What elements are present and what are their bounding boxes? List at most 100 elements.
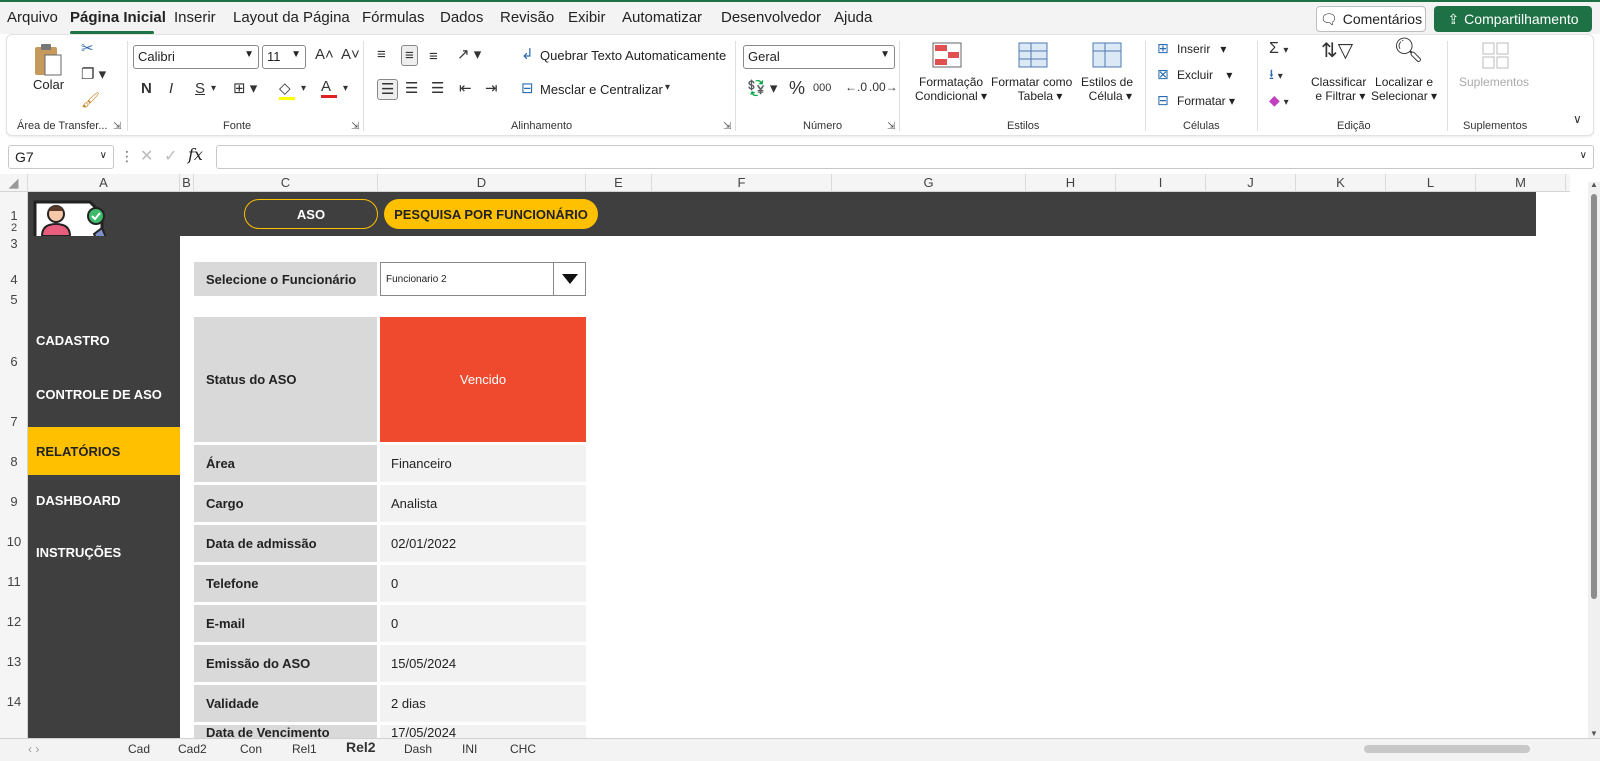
cell-styles-icon[interactable] bbox=[1091, 41, 1123, 71]
menu-revisao[interactable]: Revisão bbox=[500, 9, 554, 26]
employee-search-button[interactable]: PESQUISA POR FUNCIONÁRIO bbox=[384, 199, 598, 229]
vertical-scrollbar[interactable]: ▲ ▼ bbox=[1588, 180, 1600, 738]
percent-icon[interactable]: % bbox=[789, 79, 805, 97]
select-all-corner[interactable]: ◢ bbox=[0, 174, 28, 192]
formula-input[interactable]: ∨ bbox=[216, 145, 1594, 169]
decrease-indent-icon[interactable]: ⇤ bbox=[459, 81, 472, 96]
column-header[interactable]: F bbox=[652, 174, 832, 192]
column-header[interactable]: A bbox=[28, 174, 180, 192]
insert-cells-button[interactable]: Inserir ▾ bbox=[1177, 42, 1226, 56]
number-launcher-icon[interactable]: ⇲ bbox=[887, 121, 895, 132]
find-select-button[interactable]: Localizar e Selecionar ▾ bbox=[1371, 75, 1437, 103]
increase-font-icon[interactable]: A˄ bbox=[315, 47, 334, 62]
delete-cells-button[interactable]: Excluir ▾ bbox=[1177, 68, 1232, 82]
nav-relatorios[interactable]: RELATÓRIOS bbox=[28, 427, 180, 475]
column-header[interactable]: K bbox=[1296, 174, 1386, 192]
cell-styles-button[interactable]: Estilos de Célula ▾ bbox=[1081, 75, 1133, 103]
column-header[interactable]: E bbox=[586, 174, 652, 192]
font-name-select[interactable]: Calibri ▼ bbox=[133, 45, 259, 69]
autosum-icon[interactable]: Σ ▾ bbox=[1269, 41, 1288, 57]
fx-icon[interactable]: fx bbox=[188, 145, 203, 164]
menu-automatizar[interactable]: Automatizar bbox=[622, 9, 702, 26]
row-header[interactable]: 14 bbox=[0, 694, 28, 709]
nav-instrucoes[interactable]: INSTRUÇÕES bbox=[28, 528, 180, 576]
copy-icon[interactable]: ❐ ▾ bbox=[81, 67, 106, 82]
row-header[interactable]: 11 bbox=[0, 574, 28, 589]
sheet-tab[interactable]: INI bbox=[462, 742, 477, 756]
menu-formulas[interactable]: Fórmulas bbox=[362, 9, 425, 26]
tab-nav-icon[interactable]: ‹ › bbox=[28, 742, 39, 756]
cut-icon[interactable]: ✂ bbox=[81, 41, 94, 56]
align-middle-icon[interactable]: ≡ bbox=[401, 45, 418, 66]
decrease-font-icon[interactable]: A˅ bbox=[341, 47, 360, 62]
chevron-down-icon[interactable]: ▾ bbox=[301, 84, 306, 94]
sheet-tab[interactable]: Con bbox=[240, 742, 262, 756]
align-center-icon[interactable]: ☰ bbox=[405, 81, 418, 96]
sheet-tab[interactable]: Rel1 bbox=[292, 742, 317, 756]
wrap-text-icon[interactable]: ↲ bbox=[521, 47, 534, 62]
format-cells-button[interactable]: Formatar ▾ bbox=[1177, 94, 1235, 108]
orientation-icon[interactable]: ↗ ▾ bbox=[457, 47, 481, 62]
increase-indent-icon[interactable]: ⇥ bbox=[485, 81, 498, 96]
conditional-format-icon[interactable] bbox=[931, 41, 963, 71]
row-header[interactable]: 2 bbox=[0, 222, 28, 234]
sort-filter-icon[interactable]: ⇅▽ bbox=[1321, 41, 1353, 61]
merge-icon[interactable]: ⊟ bbox=[521, 81, 534, 96]
row-header[interactable]: 12 bbox=[0, 614, 28, 629]
row-header[interactable]: 13 bbox=[0, 654, 28, 669]
row-header[interactable]: 9 bbox=[0, 494, 28, 509]
conditional-format-button[interactable]: Formatação Condicional ▾ bbox=[915, 75, 987, 103]
nav-dashboard[interactable]: DASHBOARD bbox=[28, 476, 180, 524]
format-painter-icon[interactable]: 🖌 bbox=[81, 93, 100, 108]
align-bottom-icon[interactable]: ≡ bbox=[429, 49, 438, 64]
sheet-tab-active[interactable]: Rel2 bbox=[346, 739, 376, 755]
row-header[interactable]: 5 bbox=[0, 292, 28, 307]
find-icon[interactable]: 🔍︎ bbox=[1393, 39, 1423, 63]
accounting-format-icon[interactable]: 💱 ▾ bbox=[747, 81, 777, 96]
row-header[interactable]: 8 bbox=[0, 454, 28, 469]
increase-decimal-icon[interactable]: ←.0 bbox=[845, 81, 867, 93]
thousands-separator-icon[interactable]: 000 bbox=[813, 83, 831, 94]
font-launcher-icon[interactable]: ⇲ bbox=[351, 121, 359, 132]
column-header[interactable]: M bbox=[1476, 174, 1566, 192]
clipboard-launcher-icon[interactable]: ⇲ bbox=[113, 121, 121, 132]
paste-icon[interactable] bbox=[31, 41, 65, 79]
align-right-icon[interactable]: ☰ bbox=[431, 81, 444, 96]
menu-ajuda[interactable]: Ajuda bbox=[834, 9, 872, 26]
fill-color-icon[interactable]: ◇ bbox=[279, 81, 295, 100]
paste-label[interactable]: Colar bbox=[33, 77, 64, 92]
format-table-icon[interactable] bbox=[1017, 41, 1049, 71]
horizontal-scrollbar[interactable] bbox=[1364, 745, 1530, 753]
column-header[interactable]: H bbox=[1026, 174, 1116, 192]
sheet-tab[interactable]: Cad2 bbox=[178, 742, 207, 756]
menu-desenvolvedor[interactable]: Desenvolvedor bbox=[721, 9, 821, 26]
dropdown-arrow-icon[interactable] bbox=[553, 263, 585, 295]
font-size-select[interactable]: 11 ▼ bbox=[262, 45, 306, 69]
delete-cells-icon[interactable]: ⊠ bbox=[1157, 67, 1169, 81]
row-header[interactable]: 7 bbox=[0, 414, 28, 429]
sheet-tab[interactable]: Cad bbox=[128, 742, 150, 756]
column-header[interactable]: D bbox=[378, 174, 586, 192]
sheet-tab[interactable]: CHC bbox=[510, 742, 536, 756]
format-table-button[interactable]: Formatar como Tabela ▾ bbox=[991, 75, 1072, 103]
align-top-icon[interactable]: ≡ bbox=[377, 47, 386, 62]
nav-controle-aso[interactable]: CONTROLE DE ASO bbox=[28, 370, 180, 418]
alignment-launcher-icon[interactable]: ⇲ bbox=[723, 121, 731, 132]
share-button[interactable]: ⇪ Compartilhamento bbox=[1434, 6, 1592, 32]
addins-icon[interactable] bbox=[1481, 41, 1511, 71]
scrollbar-thumb[interactable] bbox=[1591, 194, 1597, 599]
row-header[interactable]: 6 bbox=[0, 354, 28, 369]
menu-pagina-inicial[interactable]: Página Inicial bbox=[70, 9, 166, 26]
confirm-icon[interactable]: ✓ bbox=[164, 146, 177, 166]
column-header[interactable]: G bbox=[832, 174, 1026, 192]
column-header[interactable]: I bbox=[1116, 174, 1206, 192]
column-header[interactable]: J bbox=[1206, 174, 1296, 192]
font-color-icon[interactable]: A bbox=[321, 79, 337, 98]
chevron-down-icon[interactable]: ▾ bbox=[665, 83, 670, 93]
aso-button[interactable]: ASO bbox=[244, 199, 378, 229]
row-header[interactable]: 1 bbox=[0, 208, 28, 223]
clear-icon[interactable]: ◆ ▾ bbox=[1269, 93, 1289, 108]
wrap-text-button[interactable]: Quebrar Texto Automaticamente bbox=[540, 48, 726, 63]
sort-filter-button[interactable]: Classificar e Filtrar ▾ bbox=[1311, 75, 1366, 103]
scroll-up-icon[interactable]: ▲ bbox=[1590, 180, 1598, 189]
